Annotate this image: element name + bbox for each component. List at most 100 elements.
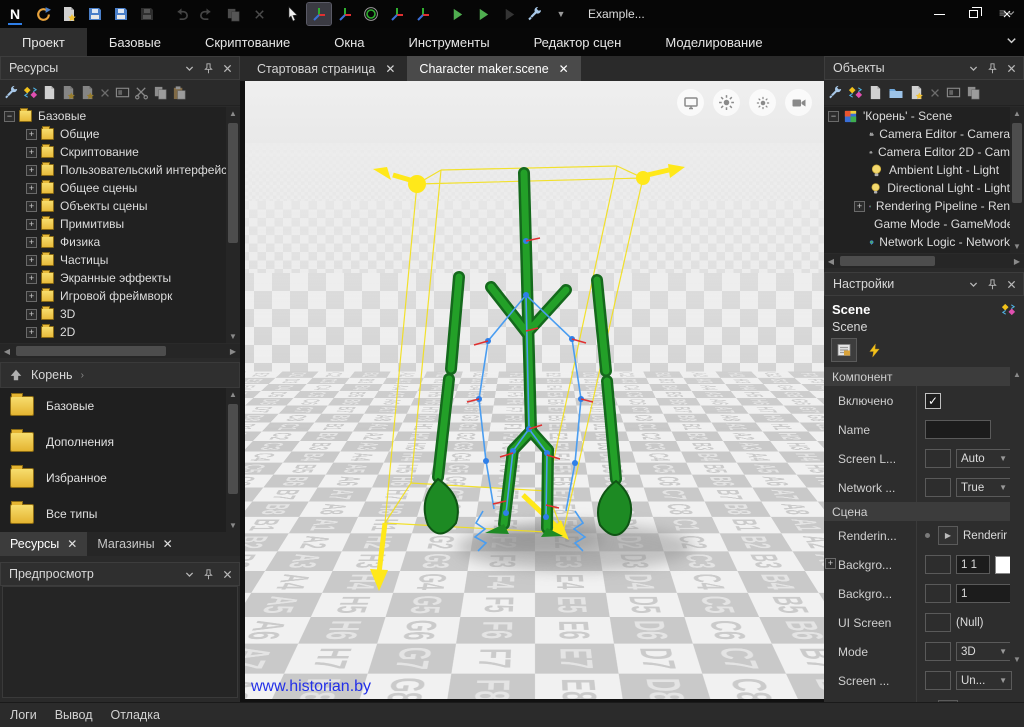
sync-icon[interactable] xyxy=(31,3,55,25)
toolbar-more-icon[interactable]: ▼ xyxy=(549,3,573,25)
edit-resource-icon[interactable] xyxy=(42,85,57,100)
lighting-button[interactable] xyxy=(713,89,740,116)
panel-menu-icon[interactable] xyxy=(968,63,979,74)
options-icon[interactable] xyxy=(4,85,19,100)
close-panel-icon[interactable] xyxy=(222,63,233,74)
status-bar-item[interactable]: Отладка xyxy=(111,708,160,722)
expander-icon[interactable]: + xyxy=(26,255,37,266)
document-tab[interactable]: Character maker.scene✕ xyxy=(407,56,580,81)
expander-icon[interactable]: + xyxy=(825,558,836,569)
network-dropdown[interactable]: True▼ xyxy=(956,478,1012,497)
dock-tab[interactable]: Ресурсы✕ xyxy=(0,532,87,556)
folder-list-item[interactable]: Избранное xyxy=(0,460,240,496)
folder-list-item[interactable]: Дополнения xyxy=(0,424,240,460)
screen-label-dropdown[interactable]: Auto▼ xyxy=(956,449,1012,468)
expander-icon[interactable]: + xyxy=(26,129,37,140)
close-panel-icon[interactable] xyxy=(222,569,233,580)
tree-row[interactable]: + Примитивы xyxy=(0,215,226,233)
close-panel-icon[interactable] xyxy=(1006,279,1017,290)
pin-icon[interactable] xyxy=(203,63,214,74)
resources-folder-list[interactable]: Базовые Дополнения Избранное Все типы xyxy=(0,388,240,532)
shadows-button[interactable] xyxy=(749,89,776,116)
tree-row[interactable]: Ambient Light - Light xyxy=(824,161,1010,179)
close-tab-icon[interactable]: ✕ xyxy=(67,537,77,551)
panel-menu-icon[interactable] xyxy=(968,279,979,290)
tree-row[interactable]: + Rendering Pipeline - Ren xyxy=(824,197,1010,215)
objects-tree-hscrollbar[interactable]: ◀ ▶ xyxy=(824,254,1024,268)
objects-tree[interactable]: − 'Корень' - Scene Camera Editor - Camer… xyxy=(824,107,1010,253)
menu-item[interactable]: Редактор сцен xyxy=(512,28,644,56)
rotate-tool-icon[interactable] xyxy=(333,3,357,25)
tree-row[interactable]: + Физика xyxy=(0,233,226,251)
close-tab-icon[interactable]: ✕ xyxy=(385,62,395,76)
tree-row[interactable]: + 3D xyxy=(0,305,226,323)
rename-icon[interactable] xyxy=(115,85,130,100)
resources-tree-hscrollbar[interactable]: ◀ ▶ xyxy=(0,344,240,358)
tree-row[interactable]: Camera Editor - Camera xyxy=(824,125,1010,143)
delete-resource-icon[interactable] xyxy=(99,87,111,99)
expander-icon[interactable]: + xyxy=(26,291,37,302)
pin-icon[interactable] xyxy=(987,63,998,74)
tree-row[interactable]: Camera Editor 2D - Cam xyxy=(824,143,1010,161)
menu-item[interactable]: Скриптование xyxy=(183,28,312,56)
ribbon-collapse-icon[interactable] xyxy=(1005,34,1018,47)
screen-dropdown[interactable]: Un...▼ xyxy=(956,671,1012,690)
tree-row[interactable]: Game Mode - GameMode xyxy=(824,215,1010,233)
events-tab-icon[interactable] xyxy=(862,339,886,361)
close-panel-icon[interactable] xyxy=(1006,63,1017,74)
settings-vscrollbar[interactable]: ▲ ▼ xyxy=(1010,368,1024,666)
enabled-checkbox[interactable]: ✓ xyxy=(925,393,941,409)
menu-item[interactable]: Моделирование xyxy=(643,28,784,56)
tools-icon[interactable] xyxy=(523,3,547,25)
expander-icon[interactable]: + xyxy=(26,165,37,176)
background-intensity-value[interactable]: 1 xyxy=(956,584,1014,603)
pin-icon[interactable] xyxy=(203,569,214,580)
expander-icon[interactable]: + xyxy=(26,147,37,158)
new-folder-icon[interactable] xyxy=(888,85,904,101)
tree-row[interactable]: + Пользовательский интерфейс xyxy=(0,161,226,179)
save-as-icon[interactable] xyxy=(109,3,133,25)
status-bar-item[interactable]: Логи xyxy=(10,708,37,722)
type-settings-icon[interactable] xyxy=(1001,302,1016,317)
copy-icon[interactable] xyxy=(153,85,168,100)
expander-icon[interactable]: + xyxy=(26,183,37,194)
delete-object-icon[interactable] xyxy=(929,87,941,99)
3d-viewport[interactable]: F2E2D2C2B2A2H2G2F2E2D2C2B2A2H2G2F2E2D2C2… xyxy=(245,81,824,699)
expander-icon[interactable]: − xyxy=(4,111,15,122)
expander-icon[interactable]: + xyxy=(26,237,37,248)
close-tab-icon[interactable]: ✕ xyxy=(559,62,569,76)
play-icon[interactable] xyxy=(445,3,469,25)
background-color-value[interactable]: 1 1 xyxy=(956,555,990,574)
default-value-button[interactable] xyxy=(925,671,951,690)
menu-item[interactable]: Инструменты xyxy=(387,28,512,56)
tree-row[interactable]: + 2D xyxy=(0,323,226,341)
expander-icon[interactable]: + xyxy=(26,201,37,212)
default-value-button[interactable] xyxy=(925,613,951,632)
new-file-icon[interactable] xyxy=(80,85,95,100)
tree-row[interactable]: + Общие xyxy=(0,125,226,143)
tree-row[interactable]: − Базовые xyxy=(0,107,226,125)
default-value-button[interactable] xyxy=(925,478,951,497)
close-tab-icon[interactable]: ✕ xyxy=(163,537,173,551)
new-object-icon[interactable] xyxy=(868,85,883,100)
settings-icon[interactable] xyxy=(23,85,38,100)
tree-row[interactable]: Directional Light - Light xyxy=(824,179,1010,197)
tree-row[interactable]: + Игровой фреймворк xyxy=(0,287,226,305)
camera-button[interactable] xyxy=(785,89,812,116)
panel-menu-icon[interactable] xyxy=(184,569,195,580)
up-icon[interactable] xyxy=(9,368,23,382)
dock-tab[interactable]: Магазины✕ xyxy=(87,532,182,556)
default-value-button[interactable] xyxy=(925,642,951,661)
name-input[interactable] xyxy=(925,420,991,439)
expander-icon[interactable]: + xyxy=(26,273,37,284)
resources-tree-vscrollbar[interactable]: ▲ ▼ xyxy=(226,107,240,343)
default-value-button[interactable] xyxy=(925,449,951,468)
tree-row[interactable]: + Скриптование xyxy=(0,143,226,161)
pin-icon[interactable] xyxy=(987,279,998,290)
expander-icon[interactable]: + xyxy=(26,219,37,230)
tree-row[interactable]: Network Logic - Network xyxy=(824,233,1010,251)
properties-tab-icon[interactable] xyxy=(832,339,856,361)
scale-tool-icon[interactable] xyxy=(385,3,409,25)
mode-dropdown[interactable]: 3D▼ xyxy=(956,642,1012,661)
tree-row[interactable]: + Частицы xyxy=(0,251,226,269)
